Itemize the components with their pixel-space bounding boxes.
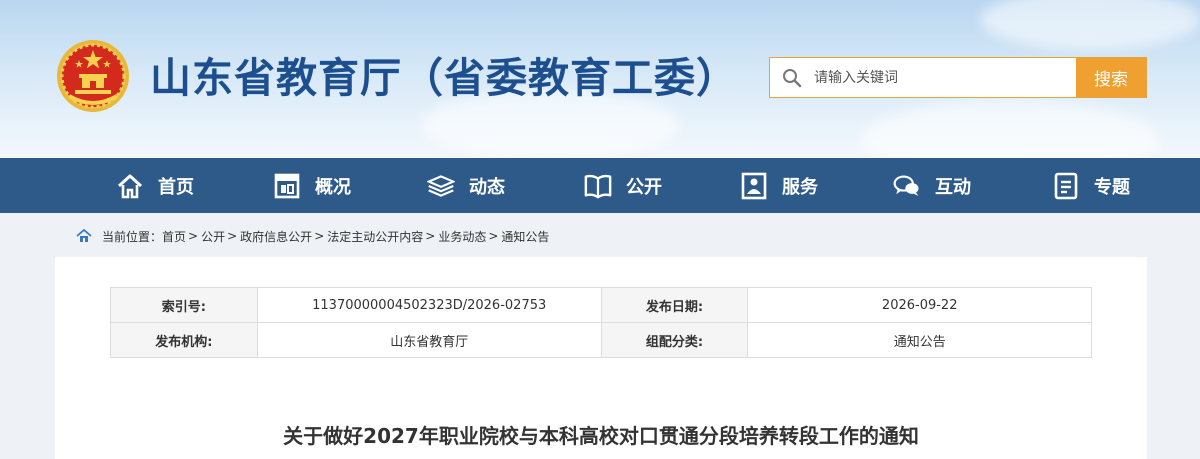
document-meta-table: 索引号: 11370000004502323D/2026-02753 发布日期:… — [110, 287, 1092, 358]
breadcrumb-item[interactable]: 政府信息公开 — [240, 228, 312, 245]
nav-label: 概况 — [315, 176, 351, 198]
index-label: 索引号: — [110, 287, 258, 323]
breadcrumb-separator: > — [314, 229, 325, 243]
content-panel: 索引号: 11370000004502323D/2026-02753 发布日期:… — [55, 257, 1147, 459]
breadcrumb-prefix: 当前位置： — [102, 229, 163, 244]
main-nav: 首页 概况 动态 公开 服务 互动 专题 — [0, 158, 1200, 213]
chat-icon — [893, 172, 921, 200]
nav-label: 互动 — [935, 176, 971, 198]
nav-item-overview[interactable]: 概况 — [273, 158, 351, 213]
table-row: 索引号: 11370000004502323D/2026-02753 发布日期:… — [110, 287, 1092, 323]
index-value: 11370000004502323D/2026-02753 — [256, 287, 602, 323]
search-box: 搜索 — [769, 57, 1147, 98]
news-icon — [427, 172, 455, 200]
national-emblem-icon — [57, 40, 129, 112]
breadcrumb-item[interactable]: 业务动态 — [438, 228, 486, 245]
header-banner: 山东省教育厅（省委教育工委） 搜索 — [0, 0, 1200, 158]
breadcrumb-separator: > — [227, 229, 238, 243]
breadcrumb-item[interactable]: 公开 — [201, 228, 225, 245]
nav-item-interact[interactable]: 互动 — [893, 158, 971, 213]
nav-item-news[interactable]: 动态 — [427, 158, 505, 213]
search-button[interactable]: 搜索 — [1076, 58, 1146, 97]
table-row: 发布机构: 山东省教育厅 组配分类: 通知公告 — [110, 322, 1092, 358]
date-label: 发布日期: — [600, 287, 749, 323]
breadcrumb-separator: > — [188, 229, 199, 243]
home-icon — [116, 172, 144, 200]
nav-item-service[interactable]: 服务 — [740, 158, 818, 213]
nav-label: 公开 — [626, 176, 662, 198]
breadcrumb-item[interactable]: 通知公告 — [501, 228, 549, 245]
search-icon[interactable] — [770, 58, 814, 97]
breadcrumb: 当前位置： 首页 > 公开 > 政府信息公开 > 法定主动公开内容 > 业务动态 > 通知… — [76, 226, 549, 246]
nav-label: 服务 — [782, 176, 818, 198]
breadcrumb-item[interactable]: 法定主动公开内容 — [327, 228, 423, 245]
nav-item-topics[interactable]: 专题 — [1052, 158, 1130, 213]
book-icon — [584, 172, 612, 200]
org-label: 发布机构: — [110, 322, 258, 358]
service-icon — [740, 172, 768, 200]
document-title: 关于做好2027年职业院校与本科高校对口贯通分段培养转段工作的通知 — [283, 424, 919, 448]
breadcrumb-separator: > — [488, 229, 499, 243]
nav-label: 动态 — [469, 176, 505, 198]
site-title: 山东省教育厅（省委教育工委） — [150, 54, 738, 102]
breadcrumb-item[interactable]: 首页 — [162, 228, 186, 245]
nav-item-open[interactable]: 公开 — [584, 158, 662, 213]
nav-item-home[interactable]: 首页 — [116, 158, 194, 213]
search-input[interactable] — [814, 58, 1076, 97]
category-label: 组配分类: — [600, 322, 749, 358]
nav-label: 首页 — [158, 176, 194, 198]
org-value: 山东省教育厅 — [256, 322, 602, 358]
category-value: 通知公告 — [747, 322, 1092, 358]
date-value: 2026-09-22 — [747, 287, 1092, 323]
document-icon — [1052, 172, 1080, 200]
breadcrumb-separator: > — [425, 229, 436, 243]
overview-icon — [273, 172, 301, 200]
nav-label: 专题 — [1094, 176, 1130, 198]
location-home-icon — [76, 229, 92, 242]
